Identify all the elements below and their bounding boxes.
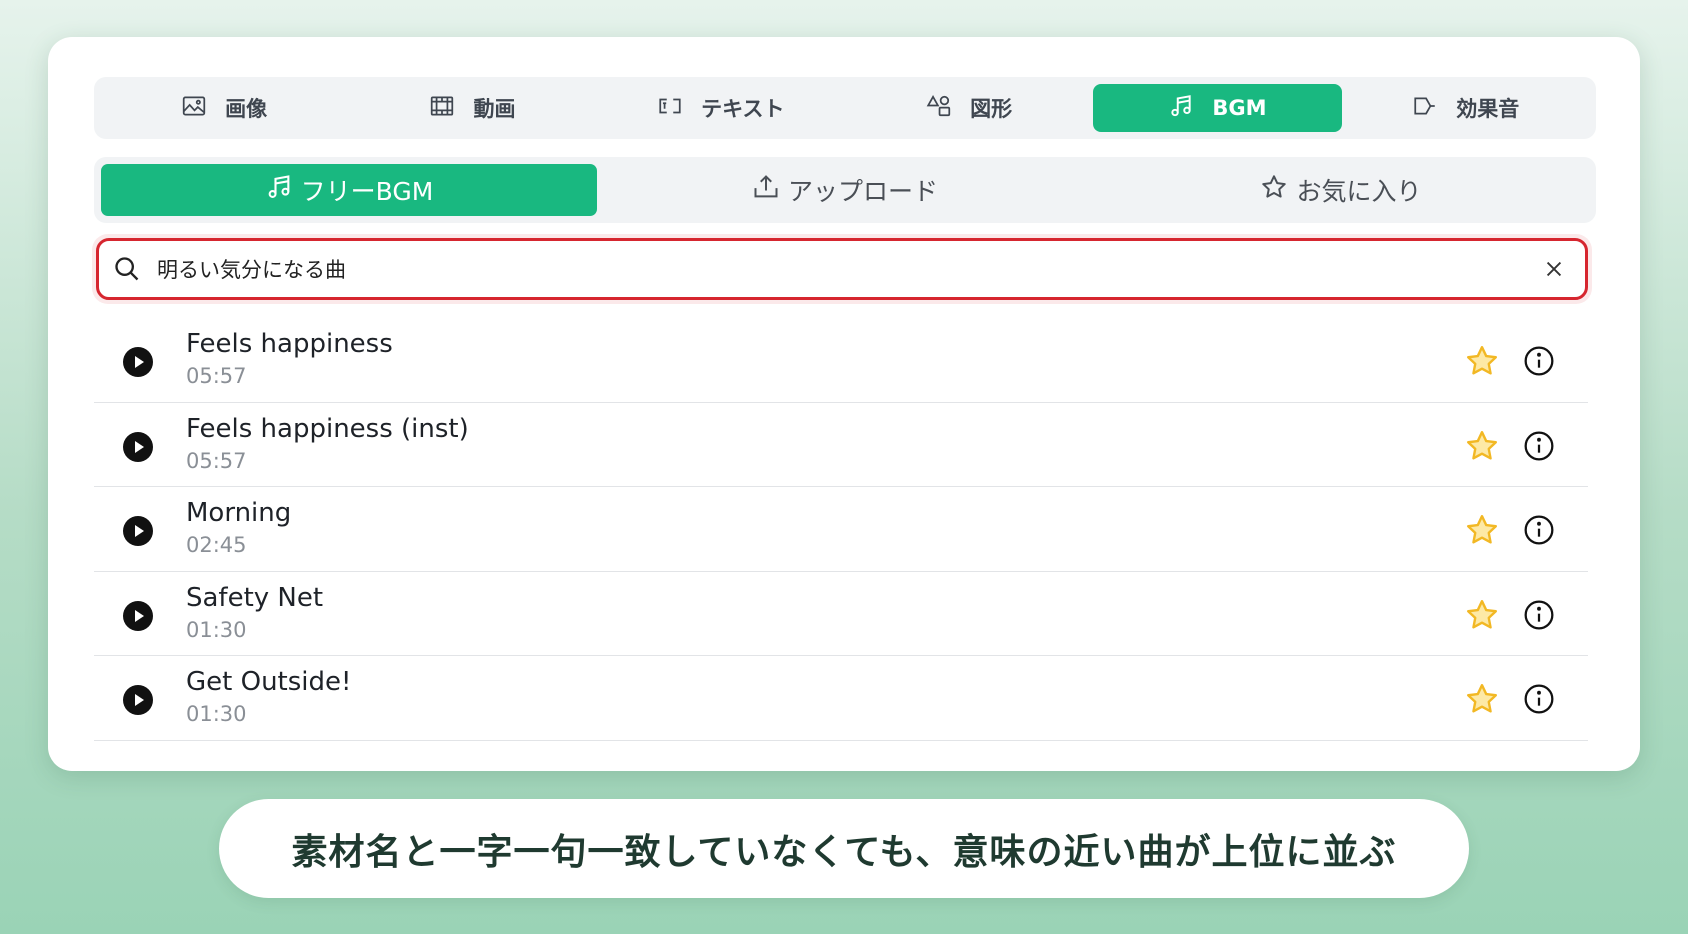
star-icon[interactable] bbox=[1464, 428, 1500, 464]
tab-video[interactable]: 動画 bbox=[348, 84, 596, 132]
tab-shapes[interactable]: 図形 bbox=[845, 84, 1093, 132]
tab-favorites[interactable]: お気に入り bbox=[1093, 164, 1589, 216]
tab-label: お気に入り bbox=[1296, 177, 1422, 206]
music-note-icon bbox=[265, 173, 293, 207]
tab-sound-effects[interactable]: 効果音 bbox=[1342, 84, 1590, 132]
list-item[interactable]: Feels happiness 05:57 bbox=[94, 318, 1588, 403]
tab-free-bgm[interactable]: フリーBGM bbox=[101, 164, 597, 216]
play-icon[interactable] bbox=[122, 600, 154, 632]
star-icon[interactable] bbox=[1464, 597, 1500, 633]
info-icon[interactable] bbox=[1523, 430, 1555, 462]
track-title: Feels happiness (inst) bbox=[186, 413, 469, 444]
play-icon[interactable] bbox=[122, 515, 154, 547]
list-item[interactable]: Safety Net 01:30 bbox=[94, 572, 1588, 656]
track-duration: 02:45 bbox=[186, 533, 247, 557]
play-icon[interactable] bbox=[122, 346, 154, 378]
caption-banner: 素材名と一字一句一致していなくても、意味の近い曲が上位に並ぶ bbox=[219, 799, 1469, 898]
tab-label: 効果音 bbox=[1456, 97, 1520, 121]
tab-bgm[interactable]: BGM bbox=[1093, 84, 1342, 132]
tab-label: フリーBGM bbox=[300, 177, 434, 206]
track-duration: 05:57 bbox=[186, 448, 247, 473]
tab-label: 画像 bbox=[225, 97, 268, 121]
music-note-icon bbox=[1168, 93, 1194, 124]
image-icon bbox=[181, 93, 207, 124]
track-title: Safety Net bbox=[186, 582, 324, 613]
film-icon bbox=[429, 93, 455, 124]
category-tabs: 画像 動画 テキスト 図形 BGM 効果音 bbox=[94, 77, 1596, 139]
tab-upload[interactable]: アップロード bbox=[597, 164, 1093, 216]
info-icon[interactable] bbox=[1523, 345, 1555, 377]
star-icon[interactable] bbox=[1464, 512, 1500, 548]
star-icon bbox=[1260, 173, 1288, 207]
track-title: Feels happiness bbox=[186, 329, 393, 359]
play-icon[interactable] bbox=[122, 684, 154, 716]
text-box-icon bbox=[657, 93, 683, 124]
info-icon[interactable] bbox=[1523, 683, 1555, 715]
search-box bbox=[96, 238, 1588, 300]
star-icon[interactable] bbox=[1464, 343, 1500, 379]
list-item[interactable]: Morning 02:45 bbox=[94, 487, 1588, 572]
tab-label: BGM bbox=[1212, 96, 1267, 120]
info-icon[interactable] bbox=[1523, 514, 1555, 546]
sound-effect-icon bbox=[1412, 93, 1438, 124]
star-icon[interactable] bbox=[1464, 681, 1500, 717]
tab-label: テキスト bbox=[701, 97, 785, 121]
list-item[interactable]: Feels happiness (inst) 05:57 bbox=[94, 403, 1588, 487]
upload-icon bbox=[752, 173, 780, 207]
search-bar bbox=[92, 234, 1592, 304]
tab-label: アップロード bbox=[787, 177, 938, 206]
track-duration: 01:30 bbox=[186, 617, 247, 642]
play-icon[interactable] bbox=[122, 431, 154, 463]
info-icon[interactable] bbox=[1523, 599, 1555, 631]
shapes-icon bbox=[926, 93, 952, 124]
tab-image[interactable]: 画像 bbox=[100, 84, 348, 132]
track-title: Get Outside! bbox=[186, 667, 352, 697]
source-tabs: フリーBGM アップロード お気に入り bbox=[94, 157, 1596, 223]
list-item[interactable]: Get Outside! 01:30 bbox=[94, 656, 1588, 741]
media-panel: 画像 動画 テキスト 図形 BGM 効果音 フリーBGM アップロード お気に入… bbox=[48, 37, 1640, 771]
tab-text[interactable]: テキスト bbox=[597, 84, 845, 132]
track-duration: 01:30 bbox=[186, 702, 247, 726]
close-icon[interactable] bbox=[1543, 258, 1565, 280]
tab-label: 図形 bbox=[970, 97, 1013, 121]
search-input[interactable] bbox=[157, 257, 1543, 281]
track-title: Morning bbox=[186, 498, 292, 528]
tab-label: 動画 bbox=[473, 97, 516, 121]
track-list: Feels happiness 05:57 Feels happiness (i… bbox=[94, 318, 1588, 741]
search-icon bbox=[115, 257, 139, 281]
track-duration: 05:57 bbox=[186, 364, 247, 388]
